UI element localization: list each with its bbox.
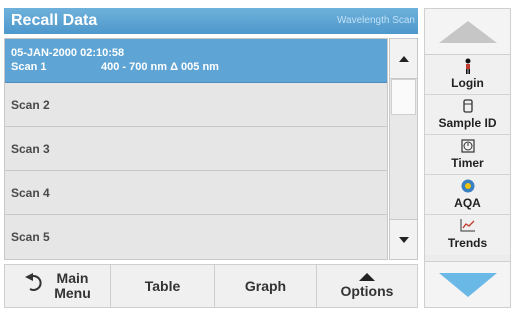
- title-bar: Recall Data Wavelength Scan: [4, 8, 418, 34]
- trends-label: Trends: [447, 236, 488, 250]
- sample-id-label: Sample ID: [438, 116, 497, 130]
- scan-name: Scan 3: [11, 142, 50, 156]
- table-label: Table: [144, 278, 181, 294]
- scroll-up-button[interactable]: [390, 39, 417, 79]
- scan-range: 400 - 700 nm Δ 005 nm: [101, 61, 219, 73]
- scan-date: 05-JAN-2000 02:10:58: [11, 47, 125, 59]
- page-down-button[interactable]: [425, 261, 510, 307]
- triangle-up-icon: [398, 55, 409, 62]
- graph-label: Graph: [244, 278, 287, 294]
- back-arrow-icon: [24, 273, 46, 299]
- timer-button[interactable]: Timer: [425, 135, 510, 175]
- scan-row-5[interactable]: Scan 5: [5, 215, 387, 259]
- options-button[interactable]: Options: [317, 265, 417, 307]
- scroll-thumb[interactable]: [391, 79, 416, 115]
- scroll-down-button[interactable]: [390, 219, 417, 259]
- table-button[interactable]: Table: [111, 265, 215, 307]
- mode-label: Wavelength Scan: [336, 15, 415, 26]
- timer-label: Timer: [451, 156, 484, 170]
- options-label: Options: [340, 283, 394, 299]
- main-menu-label-2: Menu: [54, 285, 91, 301]
- scan-list: 05-JAN-2000 02:10:58 Scan 1 400 - 700 nm…: [4, 38, 388, 260]
- scan-row-1[interactable]: 05-JAN-2000 02:10:58 Scan 1 400 - 700 nm…: [5, 39, 387, 83]
- scan-name: Scan 2: [11, 98, 50, 112]
- timer-icon: [425, 138, 510, 156]
- arrow-down-icon: [438, 272, 497, 297]
- list-scrollbar[interactable]: [389, 38, 418, 260]
- main-menu-label-1: Main: [56, 270, 89, 286]
- triangle-down-icon: [398, 236, 409, 243]
- trends-button[interactable]: Trends: [425, 215, 510, 255]
- aqa-button[interactable]: AQA: [425, 175, 510, 215]
- scan-row-2[interactable]: Scan 2: [5, 83, 387, 127]
- side-panel: Login Sample ID Timer AQA Trends: [424, 8, 511, 308]
- scan-row-3[interactable]: Scan 3: [5, 127, 387, 171]
- sample-id-button[interactable]: Sample ID: [425, 95, 510, 135]
- scan-name: Scan 1: [11, 61, 47, 73]
- scan-name: Scan 5: [11, 230, 50, 244]
- bottom-toolbar: Main Menu Table Graph Options: [4, 264, 418, 308]
- options-arrow-icon: [358, 273, 375, 281]
- sample-icon: [425, 98, 510, 116]
- trend-chart-icon: [425, 218, 510, 236]
- aqa-label: AQA: [454, 196, 481, 210]
- scan-row-4[interactable]: Scan 4: [5, 171, 387, 215]
- login-label: Login: [451, 76, 484, 90]
- main-menu-button[interactable]: Main Menu: [5, 265, 111, 307]
- aqa-icon: [425, 178, 510, 196]
- login-button[interactable]: Login: [425, 55, 510, 95]
- arrow-up-icon: [438, 20, 497, 43]
- scan-name: Scan 4: [11, 186, 50, 200]
- page-up-button[interactable]: [425, 9, 510, 55]
- person-icon: [425, 58, 510, 76]
- page-title: Recall Data: [11, 12, 98, 29]
- graph-button[interactable]: Graph: [215, 265, 317, 307]
